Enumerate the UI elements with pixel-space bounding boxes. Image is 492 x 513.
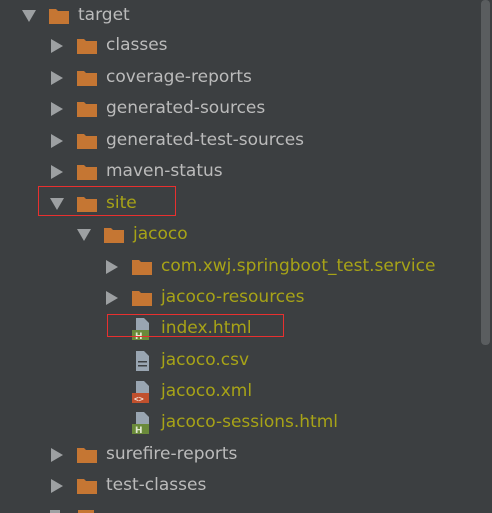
tree-item-label: jacoco-sessions.html (161, 412, 338, 432)
tree-item-generated-test-sources[interactable]: generated-test-sources (48, 125, 304, 156)
folder-icon (77, 447, 97, 463)
svg-text:H: H (135, 426, 143, 435)
triangle-down-icon[interactable] (20, 7, 38, 25)
tree-item-test-classes[interactable]: test-classes (48, 470, 206, 501)
triangle-down-icon[interactable] (75, 226, 93, 244)
triangle-right-icon[interactable] (48, 163, 66, 181)
tree-item-label: jacoco.csv (161, 350, 250, 370)
svg-text:<>: <> (134, 394, 144, 403)
scrollbar[interactable] (481, 0, 490, 345)
folder-icon (77, 478, 97, 494)
highlight-box-site (38, 186, 176, 216)
folder-icon (77, 133, 97, 149)
folder-icon (77, 101, 97, 117)
tree-item-target[interactable]: target (20, 0, 130, 31)
triangle-right-icon[interactable] (48, 37, 66, 55)
project-tree: target classes coverage-reports generate… (0, 0, 480, 513)
highlight-box-index-html (107, 314, 284, 337)
triangle-right-icon[interactable] (48, 132, 66, 150)
tree-item-label: target (78, 5, 130, 25)
tree-item-label: classes (106, 35, 168, 55)
tree-item-jacoco[interactable]: jacoco (75, 219, 188, 250)
tree-item-jacoco-xml[interactable]: <> jacoco.xml (131, 376, 252, 407)
tree-item-label: maven-status (106, 161, 223, 181)
html-file-icon: H (132, 411, 149, 435)
tree-item-label: jacoco.xml (161, 381, 253, 401)
tree-item-maven-status[interactable]: maven-status (48, 156, 223, 187)
triangle-right-icon[interactable] (48, 69, 66, 87)
text-file-icon (136, 350, 149, 371)
triangle-right-icon[interactable] (103, 289, 121, 307)
tree-item-label: generated-sources (106, 98, 266, 118)
tree-item-label: coverage-reports (106, 67, 252, 87)
tree-item-jacoco-resources[interactable]: jacoco-resources (103, 282, 304, 313)
folder-icon (77, 164, 97, 180)
triangle-right-icon[interactable] (48, 477, 66, 495)
tree-item-generated-sources[interactable]: generated-sources (48, 93, 265, 124)
triangle-right-icon[interactable] (48, 100, 66, 118)
folder-icon (104, 227, 124, 243)
folder-icon (77, 38, 97, 54)
tree-item-surefire-reports[interactable]: surefire-reports (48, 439, 237, 470)
xml-file-icon: <> (132, 380, 149, 403)
tree-item-label: generated-test-sources (106, 130, 305, 150)
folder-icon (49, 8, 69, 24)
tree-item-coverage-reports[interactable]: coverage-reports (48, 62, 252, 93)
triangle-right-icon[interactable] (48, 446, 66, 464)
tree-item-label: surefire-reports (106, 444, 238, 464)
tree-item-label: jacoco-resources (161, 287, 305, 307)
folder-icon (132, 290, 152, 306)
partially-visible-row (50, 510, 94, 513)
tree-item-jacoco-sessions-html[interactable]: H jacoco-sessions.html (131, 407, 338, 438)
tree-item-label: jacoco (133, 224, 188, 244)
tree-item-jacoco-csv[interactable]: jacoco.csv (131, 345, 249, 376)
triangle-right-icon[interactable] (103, 258, 121, 276)
tree-item-label: com.xwj.springboot_test.service (161, 256, 436, 276)
folder-icon (77, 70, 97, 86)
tree-item-classes[interactable]: classes (48, 30, 168, 61)
folder-icon (132, 259, 152, 275)
tree-item-label: test-classes (106, 475, 207, 495)
tree-item-com-xwj-springboot-test-service[interactable]: com.xwj.springboot_test.service (103, 251, 435, 282)
